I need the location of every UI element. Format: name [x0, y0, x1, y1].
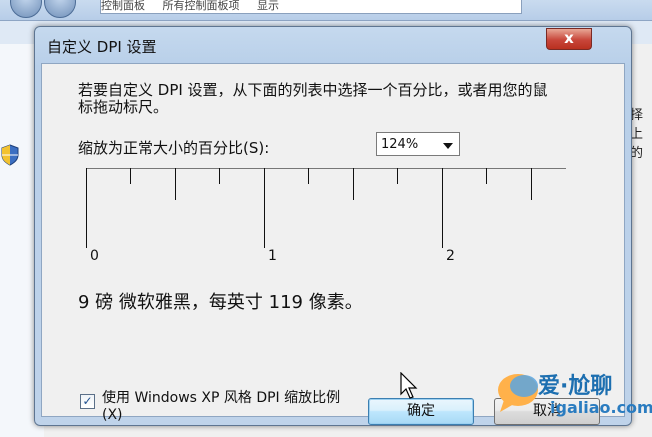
ruler-mid-tick: [531, 168, 532, 200]
ruler-label-1: 1: [268, 248, 277, 264]
breadcrumb-item[interactable]: 显示: [257, 0, 279, 12]
mouse-pointer-icon: [400, 371, 420, 400]
scale-percentage-label: 缩放为正常大小的百分比(S):: [78, 139, 270, 157]
dpi-ruler[interactable]: 0 1 2: [42, 168, 566, 268]
ruler-minor-tick: [486, 168, 487, 184]
close-button[interactable]: x: [546, 28, 592, 50]
breadcrumb-item[interactable]: 控制面板: [101, 0, 145, 12]
xp-style-checkbox[interactable]: ✓: [80, 394, 95, 409]
site-watermark: 爱·尬聊 igaliao.com: [494, 364, 652, 432]
watermark-brand: 爱·尬聊: [538, 374, 613, 399]
scale-percentage-select[interactable]: 124%: [376, 132, 460, 156]
background-partial-text: 择上的: [630, 108, 644, 161]
ruler-label-0: 0: [90, 248, 99, 264]
dialog-description: 若要自定义 DPI 设置，从下面的列表中选择一个百分比，或者用您的鼠标拖动标尺。: [78, 81, 548, 116]
ruler-major-tick: [442, 168, 443, 248]
ruler-major-tick: [86, 168, 87, 248]
control-panel-titlebar: 控制面板 所有控制面板项 显示: [0, 0, 652, 21]
chevron-down-icon: [443, 143, 453, 149]
ruler-minor-tick: [130, 168, 131, 184]
watermark-url: igaliao.com: [550, 398, 652, 417]
select-value: 124%: [381, 137, 419, 152]
font-sample-info: 9 磅 微软雅黑，每英寸 119 像素。: [78, 292, 363, 313]
ruler-baseline: [86, 168, 566, 169]
back-button[interactable]: [10, 0, 42, 18]
ruler-mid-tick: [353, 168, 354, 200]
ruler-major-tick: [264, 168, 265, 248]
uac-shield-icon: [0, 144, 20, 166]
ruler-minor-tick: [219, 168, 220, 184]
ruler-minor-tick: [308, 168, 309, 184]
forward-button[interactable]: [44, 0, 76, 18]
ok-button[interactable]: 确定: [368, 398, 474, 425]
dialog-title: 自定义 DPI 设置: [47, 38, 157, 56]
ruler-minor-tick: [397, 168, 398, 184]
address-bar[interactable]: 控制面板 所有控制面板项 显示: [100, 0, 522, 14]
breadcrumb-item[interactable]: 所有控制面板项: [163, 0, 240, 12]
ruler-label-2: 2: [446, 248, 455, 264]
ruler-mid-tick: [175, 168, 176, 200]
xp-style-checkbox-label[interactable]: 使用 Windows XP 风格 DPI 缩放比例(X): [102, 390, 352, 424]
